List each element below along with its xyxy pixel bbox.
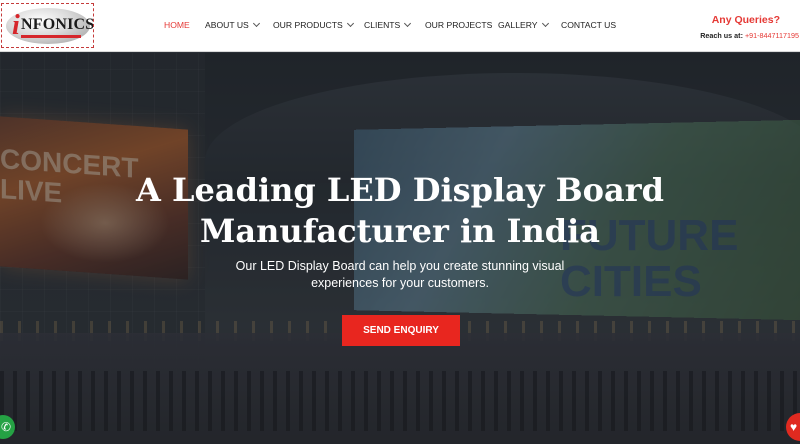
chevron-down-icon: [346, 19, 354, 28]
nav-item-label: CONTACT US: [561, 20, 617, 30]
nav-item-label: ABOUT US: [205, 20, 249, 30]
hero-subtitle-line: Our LED Display Board can help you creat…: [235, 259, 565, 273]
nav-item-label: OUR PROJECTS: [425, 20, 493, 30]
reach-us-label: Reach us at:: [700, 31, 743, 40]
site-header: i NFONICS HOME ABOUT US OUR PRODUCTS CLI…: [0, 0, 800, 52]
logo-text: NFONICS: [21, 16, 94, 33]
hero-subtitle-line: experiences for your customers.: [311, 276, 489, 290]
chevron-down-icon: [252, 19, 260, 28]
heart-icon: ♥: [790, 420, 798, 434]
nav-item-home[interactable]: HOME: [164, 20, 190, 30]
whatsapp-icon: ✆: [0, 420, 12, 434]
nav-item-our-products[interactable]: OUR PRODUCTS: [273, 19, 354, 30]
hero-section: CONCERT LIVE FUTURE CITIES A Leading LED…: [0, 53, 800, 444]
nav-item-our-projects[interactable]: OUR PROJECTS: [425, 20, 492, 30]
nav-item-about-us[interactable]: ABOUT US: [205, 19, 260, 30]
phone-link[interactable]: +91-8447117195: [745, 31, 799, 40]
reach-us-line: Reach us at: +91-8447117195: [700, 31, 799, 40]
nav-item-contact-us[interactable]: CONTACT US: [561, 20, 616, 30]
nav-item-label: CLIENTS: [364, 20, 401, 30]
nav-item-gallery[interactable]: GALLERY: [498, 19, 549, 30]
hero-title-line: Manufacturer in India: [200, 212, 600, 250]
nav-item-label: GALLERY: [498, 20, 538, 30]
hero-title-line: A Leading LED Display Board: [136, 171, 664, 209]
nav-item-label: HOME: [164, 20, 190, 30]
chevron-down-icon: [541, 19, 549, 28]
nav-item-label: OUR PRODUCTS: [273, 20, 343, 30]
logo-letter-i: i: [12, 10, 20, 41]
send-enquiry-button[interactable]: SEND ENQUIRY: [342, 315, 460, 346]
logo-underline: [21, 35, 81, 38]
site-logo[interactable]: i NFONICS: [1, 3, 94, 48]
hero-subtitle: Our LED Display Board can help you creat…: [200, 258, 600, 292]
hero-title: A Leading LED Display Board Manufacturer…: [100, 170, 700, 252]
any-queries-label: Any Queries?: [711, 14, 780, 26]
nav-item-clients[interactable]: CLIENTS: [364, 19, 412, 30]
chevron-down-icon: [404, 19, 412, 28]
